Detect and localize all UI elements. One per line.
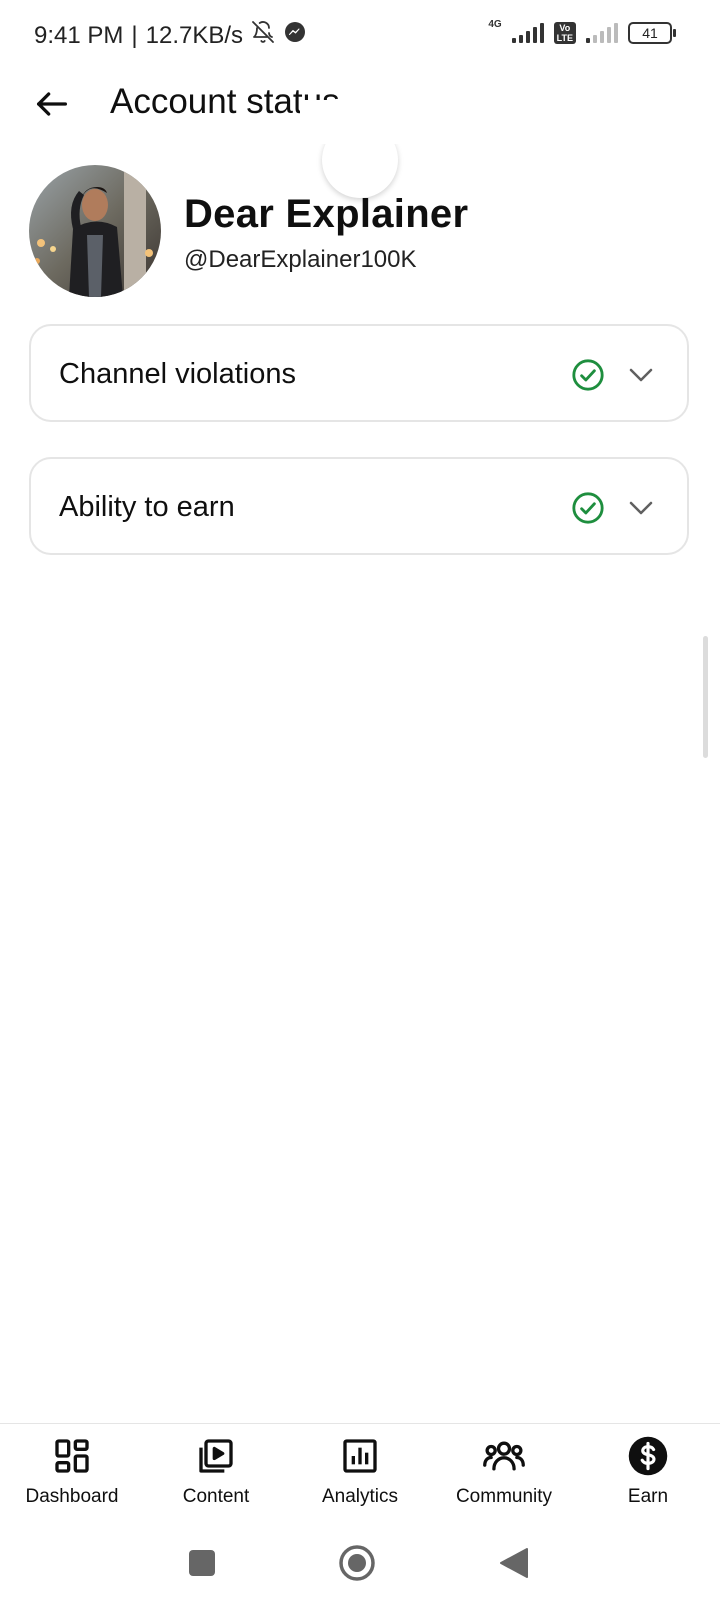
bell-off-icon: [251, 20, 275, 51]
arrow-left-icon: [37, 92, 68, 116]
home-button[interactable]: [337, 1543, 377, 1583]
status-time: 9:41 PM: [34, 21, 124, 49]
back-button[interactable]: [28, 80, 76, 128]
status-bar: 9:41 PM | 12.7KB/s 4G Vo LTE 41: [0, 0, 720, 72]
nav-label: Community: [455, 1486, 553, 1507]
battery-level: 41: [642, 25, 658, 41]
content-icon: [194, 1434, 238, 1478]
nav-dashboard[interactable]: Dashboard: [0, 1434, 144, 1508]
community-icon: [482, 1434, 526, 1478]
signal-2-icon: [586, 23, 618, 43]
square-icon: [189, 1550, 215, 1576]
scrollbar[interactable]: [703, 636, 708, 758]
nav-label: Dashboard: [25, 1486, 119, 1507]
network-type: 4G: [488, 19, 502, 30]
analytics-icon: [338, 1434, 382, 1478]
home-circle-icon: [339, 1545, 375, 1581]
signal-1-icon: [511, 23, 544, 43]
status-left: 9:41 PM | 12.7KB/s: [34, 20, 307, 51]
earn-dollar-icon: [626, 1434, 670, 1478]
channel-violations-card[interactable]: Channel violations: [29, 324, 689, 422]
card-label: Channel violations: [59, 358, 296, 390]
refresh-indicator-mask: [300, 100, 420, 144]
nav-label: Content: [182, 1486, 250, 1507]
triangle-back-icon: [500, 1548, 528, 1578]
messenger-icon: [283, 20, 307, 51]
nav-content[interactable]: Content: [144, 1434, 288, 1508]
nav-analytics[interactable]: Analytics: [288, 1434, 432, 1508]
card-label: Ability to earn: [59, 491, 235, 523]
nav-label: Analytics: [321, 1486, 399, 1507]
system-back-button[interactable]: [494, 1543, 534, 1583]
nav-label: Earn: [627, 1486, 669, 1507]
status-separator: |: [131, 21, 138, 49]
nav-community[interactable]: Community: [432, 1434, 576, 1508]
status-right: 4G Vo LTE 41: [488, 19, 676, 44]
nav-earn[interactable]: Earn: [576, 1434, 720, 1508]
system-nav-bar: [0, 1523, 720, 1600]
channel-name: Dear Explainer: [184, 192, 469, 236]
ability-to-earn-card[interactable]: Ability to earn: [29, 457, 689, 555]
bottom-nav: Dashboard Content Analytics Community Ea…: [0, 1423, 720, 1524]
recents-button[interactable]: [182, 1543, 222, 1583]
dashboard-icon: [50, 1434, 94, 1478]
battery-icon: 41: [628, 22, 676, 44]
chevron-down-icon[interactable]: [626, 493, 656, 523]
avatar: [29, 165, 161, 297]
channel-handle: @DearExplainer100K: [184, 246, 417, 273]
chevron-down-icon[interactable]: [626, 360, 656, 390]
volte-icon: Vo LTE: [553, 22, 576, 44]
check-circle-icon: [572, 359, 604, 391]
network-speed: 12.7KB/s: [145, 21, 244, 49]
check-circle-icon: [572, 492, 604, 524]
